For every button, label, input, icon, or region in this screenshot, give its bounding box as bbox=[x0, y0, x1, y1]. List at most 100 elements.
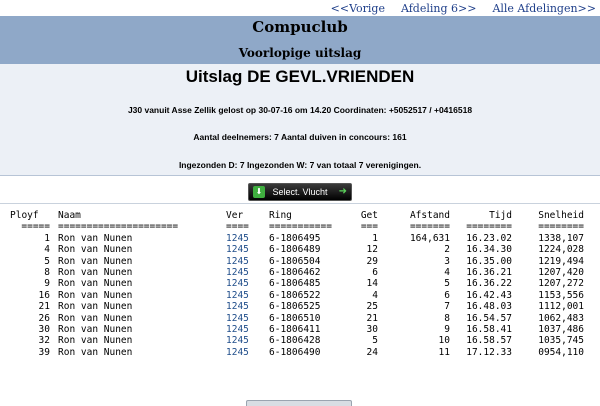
table-header: Ployf Naam Ver Ring Get Afstand Tijd Snelheid bbox=[0, 210, 600, 221]
cell-tijd: 16.34.30 bbox=[466, 244, 512, 256]
table-row: 21 Ron van Nunen 1245 6-1806525 25 7 16.48.03 1… bbox=[0, 301, 600, 312]
cell-ver[interactable]: 1245 bbox=[226, 244, 249, 255]
cell-ring: 6-1806522 bbox=[269, 289, 321, 301]
cell-snelheid: 1207,420 bbox=[538, 267, 584, 278]
next-afdeling-link[interactable]: Afdeling 6>> bbox=[401, 2, 476, 15]
cell-naam: Ron van Nunen bbox=[58, 244, 133, 256]
table-row: 30 Ron van Nunen 1245 6-1806411 30 9 16.58.41 1… bbox=[0, 324, 600, 335]
cell-ring: 6-1806495 bbox=[269, 232, 321, 244]
results-table: Ployf Naam Ver Ring Get Afstand Tijd Snelheid ==… bbox=[0, 203, 600, 393]
cell-naam: Ron van Nunen bbox=[58, 312, 133, 324]
cell-tijd: ======== bbox=[466, 221, 512, 233]
cell-tijd: 16.35.00 bbox=[466, 255, 512, 267]
cell-ver[interactable]: 1245 bbox=[226, 301, 249, 312]
cell-ring: 6-1806428 bbox=[269, 335, 321, 347]
cell-tijd: 16.48.03 bbox=[466, 301, 512, 313]
submissions-summary: Ingezonden D: 7 Ingezonden W: 7 van tota… bbox=[178, 160, 422, 170]
table-header-underline: ===== ===================== ==== ==========… bbox=[0, 221, 600, 232]
cell-afstand: 10 bbox=[438, 335, 450, 347]
cell-naam: Ron van Nunen bbox=[58, 267, 133, 278]
select-flight-button[interactable]: ⬇ Select. Vlucht ➜ bbox=[248, 183, 352, 201]
cell-tijd: 16.36.21 bbox=[466, 267, 512, 278]
cell-ring: 6-1806411 bbox=[269, 324, 321, 335]
cell-ring: =========== bbox=[269, 221, 332, 233]
cell-get: 24 bbox=[366, 346, 378, 358]
cell-ver[interactable]: 1245 bbox=[226, 233, 249, 244]
cell-tijd: 16.54.57 bbox=[466, 312, 512, 324]
cell-naam: Ron van Nunen bbox=[58, 324, 133, 335]
cell-get: 14 bbox=[366, 278, 378, 290]
cell-snelheid: 1153,556 bbox=[538, 289, 584, 301]
bottom-button[interactable] bbox=[246, 400, 352, 406]
cell-tijd: Tijd bbox=[489, 210, 512, 221]
header-band: Compuclub Voorlopige uitslag bbox=[0, 16, 600, 64]
top-navigation: <<Vorige Afdeling 6>> Alle Afdelingen>> bbox=[0, 0, 600, 16]
cell-snelheid: 1338,107 bbox=[538, 232, 584, 244]
table-row: 16 Ron van Nunen 1245 6-1806522 4 6 16.42.43 11… bbox=[0, 290, 600, 301]
cell-snelheid: 1219,494 bbox=[538, 255, 584, 267]
race-info-panel: Uitslag DE GEVL.VRIENDEN J30 vanuit Asse… bbox=[0, 64, 600, 176]
cell-naam: Ron van Nunen bbox=[58, 346, 133, 358]
download-icon: ⬇ bbox=[253, 186, 265, 198]
cell-ver[interactable]: 1245 bbox=[226, 335, 249, 346]
cell-ring: 6-1806489 bbox=[269, 244, 321, 256]
result-title: Uitslag DE GEVL.VRIENDEN bbox=[185, 67, 415, 86]
cell-afstand: 4 bbox=[444, 267, 450, 278]
prev-link[interactable]: <<Vorige bbox=[331, 2, 385, 15]
cell-ring: 6-1806462 bbox=[269, 267, 321, 278]
page-subtitle: Voorlopige uitslag bbox=[238, 46, 362, 60]
cell-ring: 6-1806485 bbox=[269, 278, 321, 290]
participants-count: Aantal deelnemers: 7 Aantal duiven in co… bbox=[193, 132, 407, 142]
cell-naam: Ron van Nunen bbox=[58, 278, 133, 290]
cell-ploeg: 39 bbox=[38, 346, 50, 358]
cell-afstand: 6 bbox=[444, 289, 450, 301]
table-row: 32 Ron van Nunen 1245 6-1806428 5 10 16.58.57 1… bbox=[0, 335, 600, 346]
cell-afstand: 7 bbox=[444, 301, 450, 313]
table-row: 4 Ron van Nunen 1245 6-1806489 12 2 16.34.30 12… bbox=[0, 244, 600, 255]
table-row: 39 Ron van Nunen 1245 6-1806490 24 11 17.12.33… bbox=[0, 347, 600, 358]
table-row: 1 Ron van Nunen 1245 6-1806495 1 164,631 16.23… bbox=[0, 233, 600, 244]
cell-afstand: Afstand bbox=[409, 210, 450, 221]
cell-ploeg: 1 bbox=[44, 232, 50, 244]
cell-ploeg: ===== bbox=[21, 221, 50, 233]
table-row: 8 Ron van Nunen 1245 6-1806462 6 4 16.36.21 120… bbox=[0, 267, 600, 278]
cell-afstand: 9 bbox=[444, 324, 450, 335]
cell-ring: 6-1806525 bbox=[269, 301, 321, 313]
cell-afstand: 3 bbox=[444, 255, 450, 267]
cell-ver[interactable]: 1245 bbox=[226, 313, 249, 324]
select-flight-label: Select. Vlucht bbox=[272, 187, 328, 197]
cell-get: 21 bbox=[366, 312, 378, 324]
cell-naam: Naam bbox=[58, 210, 81, 221]
cell-tijd: 16.36.22 bbox=[466, 278, 512, 290]
cell-afstand: 8 bbox=[444, 312, 450, 324]
cell-tijd: 16.23.02 bbox=[466, 232, 512, 244]
cell-naam: Ron van Nunen bbox=[58, 301, 133, 313]
cell-tijd: 16.58.57 bbox=[466, 335, 512, 347]
cell-ver[interactable]: 1245 bbox=[226, 324, 249, 335]
cell-tijd: 17.12.33 bbox=[466, 346, 512, 358]
cell-ring: Ring bbox=[269, 210, 292, 221]
cell-ver[interactable]: 1245 bbox=[226, 290, 249, 301]
cell-ploeg: 5 bbox=[44, 255, 50, 267]
race-details: J30 vanuit Asse Zellik gelost op 30-07-1… bbox=[127, 105, 473, 115]
cell-tijd: 16.42.43 bbox=[466, 289, 512, 301]
club-title: Compuclub bbox=[252, 18, 348, 36]
cell-ver[interactable]: 1245 bbox=[226, 278, 249, 289]
all-afdelingen-link[interactable]: Alle Afdelingen>> bbox=[492, 2, 596, 15]
cell-afstand: 2 bbox=[444, 244, 450, 256]
cell-ver[interactable]: 1245 bbox=[226, 267, 249, 278]
cell-afstand: ======= bbox=[409, 221, 450, 233]
cell-ver: ==== bbox=[226, 221, 249, 233]
cell-get: 4 bbox=[372, 289, 378, 301]
cell-snelheid: Snelheid bbox=[538, 210, 584, 221]
cell-ver[interactable]: 1245 bbox=[226, 347, 249, 358]
cell-ploeg: 4 bbox=[44, 244, 50, 256]
cell-snelheid: 1035,745 bbox=[538, 335, 584, 347]
cell-ploeg: 30 bbox=[38, 324, 50, 335]
cell-get: 1 bbox=[372, 232, 378, 244]
cell-ver[interactable]: 1245 bbox=[226, 256, 249, 267]
button-row: ⬇ Select. Vlucht ➜ bbox=[0, 180, 600, 201]
cell-naam: Ron van Nunen bbox=[58, 289, 133, 301]
cell-naam: ===================== bbox=[58, 221, 179, 233]
cell-snelheid: 1207,272 bbox=[538, 278, 584, 290]
